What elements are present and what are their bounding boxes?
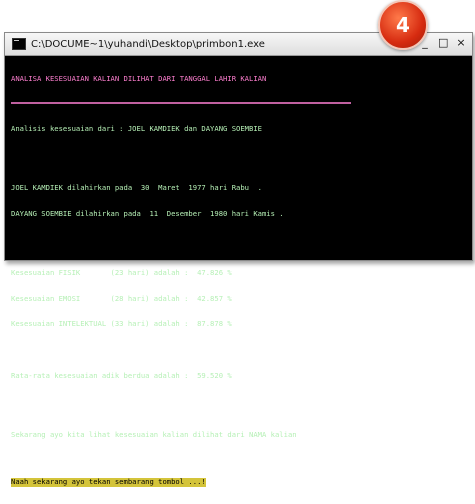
console-window: C:\DOCUME~1\yuhandi\Desktop\primbon1.exe… <box>4 32 473 487</box>
birth-line-1: JOEL KAMDIEK dilahirkan pada 30 Maret 19… <box>11 183 262 193</box>
analysis-line: Analisis kesesuaian dari : JOEL KAMDIEK … <box>11 124 262 134</box>
console-app-icon <box>12 38 26 50</box>
step-badge: 4 <box>378 0 428 50</box>
press-key-prompt: Naah sekarang ayo tekan sembarang tombol… <box>11 477 206 487</box>
next-line: Sekarang ayo kita lihat kesesuaian kalia… <box>11 430 297 440</box>
window-title: C:\DOCUME~1\yuhandi\Desktop\primbon1.exe <box>31 38 265 50</box>
window-controls: _ □ × <box>420 37 466 49</box>
header-divider <box>11 101 351 104</box>
emosi-line: Kesesuaian EMOSI (28 hari) adalah : 42.8… <box>11 293 232 303</box>
close-button[interactable]: × <box>456 37 466 49</box>
fisik-line: Kesesuaian FISIK (23 hari) adalah : 47.8… <box>11 267 232 277</box>
average-line: Rata-rata kesesuaian adik berdua adalah … <box>11 371 232 381</box>
intelektual-line: Kesesuaian INTELEKTUAL (33 hari) adalah … <box>11 319 232 329</box>
maximize-button[interactable]: □ <box>438 37 448 49</box>
birth-line-2: DAYANG SOEMBIE dilahirkan pada 11 Desemb… <box>11 208 284 218</box>
header-line: ANALISA KESESUAIAN KALIAN DILIHAT DARI T… <box>11 74 267 84</box>
console-output: ANALISA KESESUAIAN KALIAN DILIHAT DARI T… <box>5 56 472 504</box>
